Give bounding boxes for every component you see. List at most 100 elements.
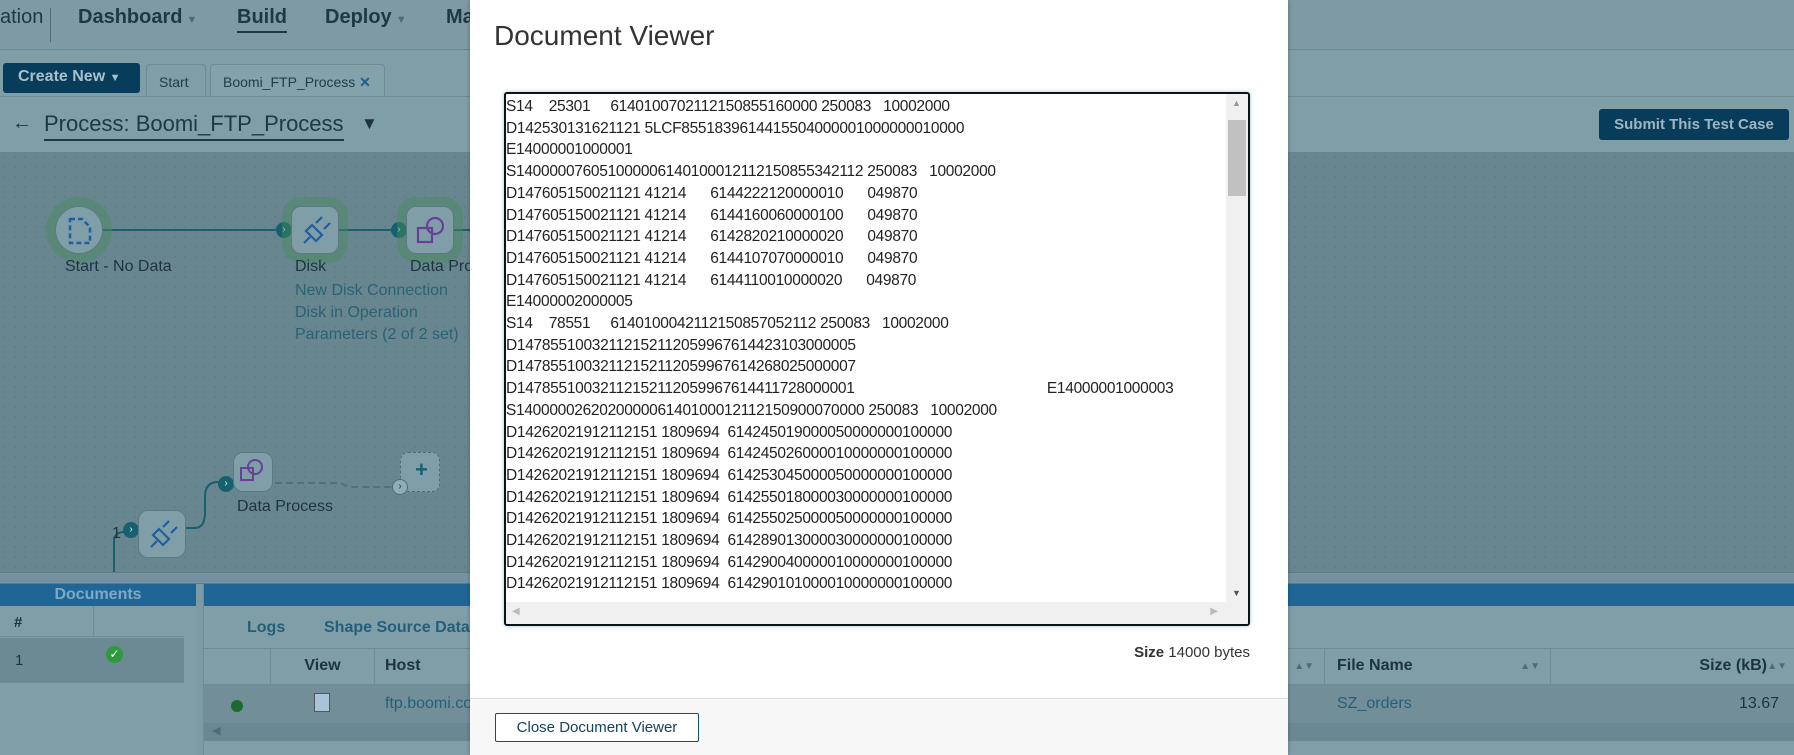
document-line: D147855100321121521120599676142680250000… [506, 358, 856, 376]
connector-in-icon: › [391, 222, 407, 238]
data-process-shape-2[interactable] [233, 452, 273, 492]
nav-item-integration[interactable]: ation [0, 6, 43, 29]
nav-item-deploy[interactable]: Deploy ▼ [325, 6, 407, 29]
documents-title: Documents [0, 584, 196, 606]
document-line: D147605150021121 41214 6144222120000010 … [506, 184, 918, 202]
host-link[interactable]: ftp.boomi.co [385, 695, 472, 713]
document-line: D147605150021121 41214 6144160060000100 … [506, 206, 918, 224]
document-line: D14262021912112151 1809694 6142450190000… [506, 423, 953, 441]
connector-in-icon: › [276, 222, 292, 238]
start-shape[interactable] [55, 206, 103, 254]
disk-label: Disk [295, 258, 327, 275]
vertical-scrollbar[interactable]: ▲ ▼ [1226, 94, 1248, 602]
document-line: D14262021912112151 1809694 6142890130000… [506, 532, 953, 550]
document-line: E14000001000001 [506, 141, 633, 159]
scroll-down-icon[interactable]: ▼ [1232, 588, 1241, 598]
document-line: D147605150021121 41214 6144107070000010 … [506, 249, 918, 267]
size-label: Size [1134, 644, 1165, 661]
start-label: Start - No Data [65, 258, 172, 275]
close-tab-icon[interactable]: ✕ [359, 74, 371, 90]
view-document-icon[interactable] [314, 693, 330, 712]
document-line: D147855100321121521120599676144231030000… [506, 336, 856, 354]
document-line: D147855100321121521120599676144117280000… [506, 380, 1174, 398]
file-name-link[interactable]: SZ_orders [1337, 695, 1412, 713]
process-menu-caret-icon[interactable]: ▼ [361, 114, 378, 134]
document-line: D14262021912112151 1809694 6142530450000… [506, 466, 953, 484]
column-divider [93, 606, 94, 637]
document-row[interactable]: 1 ✓ [0, 638, 184, 683]
sort-icon[interactable]: ▲▼ [1520, 661, 1540, 672]
connector-in-icon: › [218, 476, 234, 492]
submit-test-case-button[interactable]: Submit This Test Case [1599, 109, 1789, 140]
disk-connection-link[interactable]: New Disk Connection [295, 280, 459, 302]
document-line: S14 25301 6140100702112150855160000 2500… [506, 98, 950, 115]
shapes-icon [416, 216, 445, 244]
plug-icon [303, 216, 331, 244]
data-process-shape[interactable] [406, 206, 454, 254]
column-header-file-name[interactable]: File Name ▲▼ [1325, 649, 1551, 684]
sort-icon[interactable]: ▲▼ [1767, 661, 1787, 672]
disk-parameters-link[interactable]: Parameters (2 of 2 set) [295, 324, 459, 346]
horizontal-scrollbar[interactable]: ◀ ▶ [506, 602, 1248, 624]
branch-number: 1 [112, 525, 121, 542]
plug-icon [150, 520, 178, 548]
document-icon [68, 217, 92, 245]
caret-down-icon: ▼ [395, 14, 407, 26]
host-header-label: Host [385, 657, 421, 674]
process-title[interactable]: Process: Boomi_FTP_Process [44, 111, 344, 141]
scroll-up-icon[interactable]: ▲ [1232, 98, 1241, 108]
tab-shape-source-data[interactable]: Shape Source Data [324, 619, 470, 637]
document-line: D14262021912112151 1809694 6142450260000… [506, 445, 953, 463]
document-line: D147605150021121 41214 6144110010000020 … [506, 271, 917, 289]
nav-item-dashboard[interactable]: Dashboard ▼ [78, 6, 197, 29]
tab-logs[interactable]: Logs [247, 619, 285, 637]
success-check-icon: ✓ [106, 646, 123, 663]
file-name-header-label: File Name [1337, 657, 1413, 674]
tab-boomi-ftp-process[interactable]: Boomi_FTP_Process ✕ [210, 64, 385, 97]
document-line: S140000026202000006140100012112150900070… [506, 401, 997, 419]
document-content-textarea[interactable]: S14 25301 6140100702112150855160000 2500… [504, 92, 1250, 626]
scroll-left-icon[interactable]: ◀ [212, 724, 220, 737]
scroll-right-icon[interactable]: ▶ [1210, 606, 1218, 617]
document-line: D142530131621121 5LCF8551839614415504000… [506, 119, 965, 137]
connector-in-icon: › [123, 522, 139, 538]
column-header-size[interactable]: Size (kB) ▲▼ [1551, 649, 1794, 684]
disk-details[interactable]: New Disk Connection Disk in Operation Pa… [295, 280, 459, 346]
document-line: E14000002000005 [506, 293, 633, 311]
tab-start[interactable]: Start [146, 64, 206, 97]
document-line: D147605150021121 41214 6142820210000020 … [506, 228, 918, 246]
close-document-viewer-button[interactable]: Close Document Viewer [495, 713, 699, 742]
column-header-view[interactable]: View [271, 649, 375, 684]
disk-shape-2[interactable] [138, 510, 186, 558]
document-line: D14262021912112151 1809694 6142550180000… [506, 488, 953, 506]
document-line: D14262021912112151 1809694 6142550250000… [506, 510, 953, 528]
create-new-label: Create New [18, 68, 106, 85]
scroll-left-icon[interactable]: ◀ [512, 606, 520, 617]
scrollbar-thumb[interactable] [1228, 120, 1246, 196]
document-viewer-dialog: Document Viewer S14 25301 61401007021121… [470, 0, 1288, 755]
documents-panel: Documents # 1 ✓ [0, 584, 196, 755]
data-process-label: Data Pro [410, 258, 474, 275]
create-new-button[interactable]: Create New ▼ [3, 63, 140, 93]
caret-down-icon: ▼ [186, 14, 198, 26]
document-line: D14262021912112151 1809694 6142900400000… [506, 553, 953, 571]
disk-shape[interactable] [291, 206, 339, 254]
document-text: S14 25301 6140100702112150855160000 2500… [506, 96, 1226, 602]
connector-in-icon: › [392, 479, 408, 495]
nav-divider [50, 8, 51, 42]
caret-down-icon: ▼ [109, 72, 121, 84]
dialog-title: Document Viewer [494, 20, 715, 51]
disk-operation-link[interactable]: Disk in Operation [295, 302, 459, 324]
nav-label: Deploy [325, 6, 392, 28]
sort-icon[interactable]: ▲▼ [1294, 661, 1314, 672]
document-line: S140000076051000006140100012112150855342… [506, 163, 996, 181]
back-arrow-icon[interactable]: ← [12, 112, 32, 135]
tab-label: Boomi_FTP_Process [223, 74, 356, 90]
nav-item-build[interactable]: Build [237, 6, 287, 33]
status-dot-icon [231, 700, 243, 712]
nav-label: Dashboard [78, 6, 183, 28]
column-header-status [204, 649, 271, 684]
size-value: 14000 bytes [1168, 644, 1250, 661]
size-header-label: Size (kB) [1699, 657, 1767, 674]
data-process-2-label: Data Process [237, 498, 334, 515]
